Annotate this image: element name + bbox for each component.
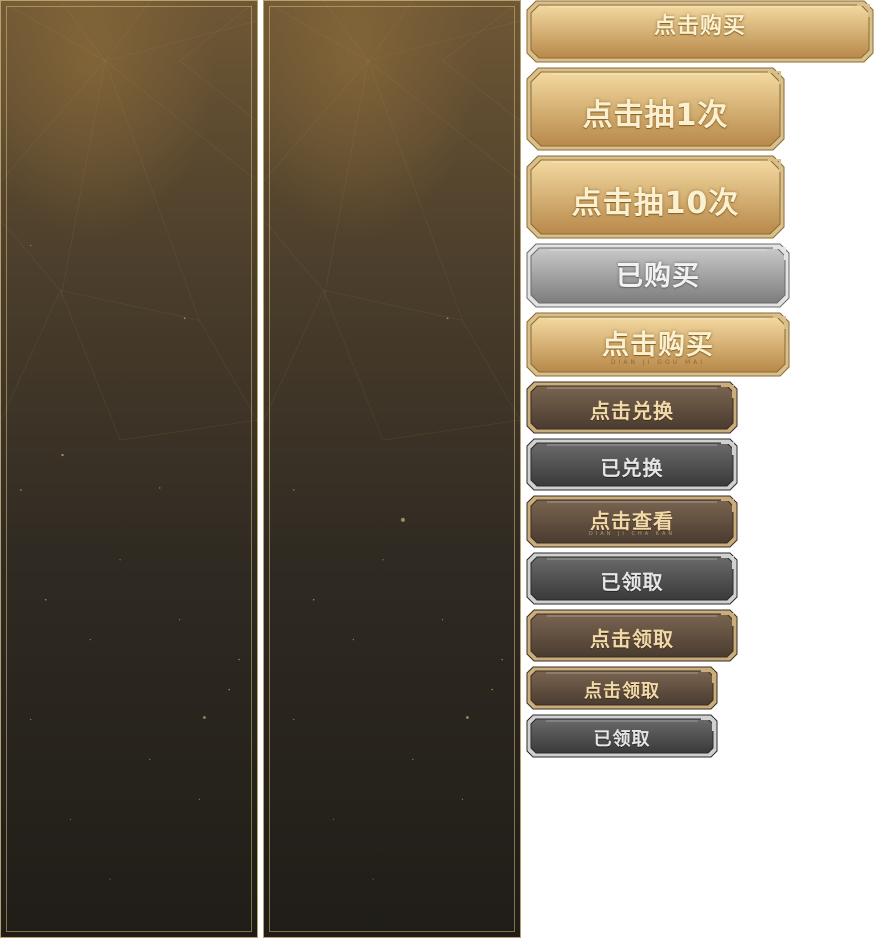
button-label: 点击购买 xyxy=(653,14,746,39)
right-scroll-background xyxy=(263,0,521,938)
left-scroll-background xyxy=(0,0,258,938)
panel-ray-pattern xyxy=(264,1,520,880)
claimed-button[interactable]: 已领取 xyxy=(526,552,738,605)
button-sublabel: DIAN JI CHA KAN xyxy=(588,531,676,537)
button-label: 点击兑换 xyxy=(590,399,674,423)
buy-button-wide[interactable]: 点击购买 xyxy=(526,0,874,63)
purchased-button[interactable]: 已购买 Purchased xyxy=(526,243,790,308)
claim-button-small[interactable]: 点击领取 xyxy=(526,666,718,710)
button-label: 已领取 xyxy=(600,570,664,594)
draw-once-button[interactable]: 点击抽1次 xyxy=(526,67,785,151)
draw-ten-button[interactable]: 点击抽10次 xyxy=(526,155,785,239)
button-label: 点击购买 xyxy=(602,330,714,361)
button-label: 点击领取 xyxy=(590,627,674,651)
button-label: 点击抽10次 xyxy=(571,186,740,221)
exchange-button[interactable]: 点击兑换 xyxy=(526,381,738,434)
button-label: 点击抽1次 xyxy=(582,98,729,133)
button-label: 已领取 xyxy=(593,729,651,750)
button-label: 点击领取 xyxy=(584,681,660,702)
claim-button[interactable]: 点击领取 xyxy=(526,609,738,662)
claimed-button-small[interactable]: 已领取 xyxy=(526,714,718,758)
button-sublabel: Purchased xyxy=(628,290,688,297)
button-label: 点击查看 xyxy=(590,509,674,533)
button-label: 已兑换 xyxy=(600,456,664,480)
panel-ray-pattern xyxy=(1,1,257,880)
button-sublabel: DIAN JI GOU MAI xyxy=(610,359,706,366)
view-button[interactable]: 点击查看 DIAN JI CHA KAN xyxy=(526,495,738,548)
exchanged-button[interactable]: 已兑换 xyxy=(526,438,738,491)
buy-button[interactable]: 点击购买 DIAN JI GOU MAI xyxy=(526,312,790,377)
button-label: 已购买 xyxy=(616,261,700,292)
